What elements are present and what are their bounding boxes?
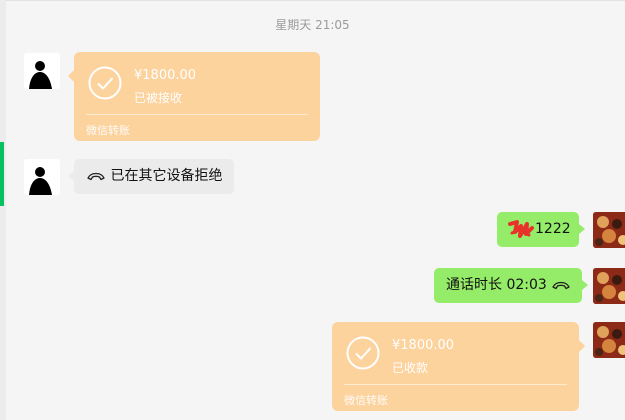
call-duration-text: 通话时长 02:03	[446, 277, 547, 293]
transfer-footer: 微信转账	[344, 394, 388, 407]
contact-avatar[interactable]	[24, 53, 60, 89]
artwork-avatar-icon	[593, 268, 625, 304]
red-scribble-icon	[508, 220, 534, 238]
transfer-status: 已被接收	[134, 91, 183, 105]
check-circle-icon	[346, 336, 380, 370]
silhouette-icon	[24, 159, 60, 195]
outgoing-text-bubble[interactable]: 1222	[497, 212, 585, 247]
phone-hangup-icon	[87, 172, 105, 181]
transfer-amount: ¥1800.00	[392, 338, 455, 353]
transfer-card-received[interactable]: ¥1800.00 已被接收 微信转账	[68, 52, 320, 141]
artwork-avatar-icon	[593, 322, 625, 358]
call-record-text: 已在其它设备拒绝	[110, 168, 223, 184]
transfer-divider	[344, 384, 567, 385]
transfer-divider	[86, 114, 308, 115]
my-avatar[interactable]	[593, 268, 625, 304]
transfer-card-collected[interactable]: ¥1800.00 已收款 微信转账	[332, 322, 585, 411]
call-record-bubble[interactable]: 已在其它设备拒绝	[67, 159, 235, 194]
artwork-avatar-icon	[593, 212, 625, 248]
call-duration-bubble[interactable]: 通话时长 02:03	[434, 268, 589, 303]
selected-chat-indicator	[0, 142, 4, 206]
transfer-status: 已收款	[392, 361, 429, 375]
top-divider	[6, 0, 625, 1]
contact-avatar[interactable]	[24, 159, 60, 195]
sidebar-edge	[0, 0, 6, 420]
transfer-footer: 微信转账	[86, 124, 130, 137]
check-circle-icon	[88, 66, 122, 100]
message-timestamp: 星期天 21:05	[275, 18, 350, 32]
message-text: 1222	[535, 221, 571, 237]
phone-hangup-icon	[552, 281, 570, 290]
silhouette-icon	[24, 53, 60, 89]
transfer-amount: ¥1800.00	[134, 68, 197, 83]
my-avatar[interactable]	[593, 322, 625, 358]
my-avatar[interactable]	[593, 212, 625, 248]
